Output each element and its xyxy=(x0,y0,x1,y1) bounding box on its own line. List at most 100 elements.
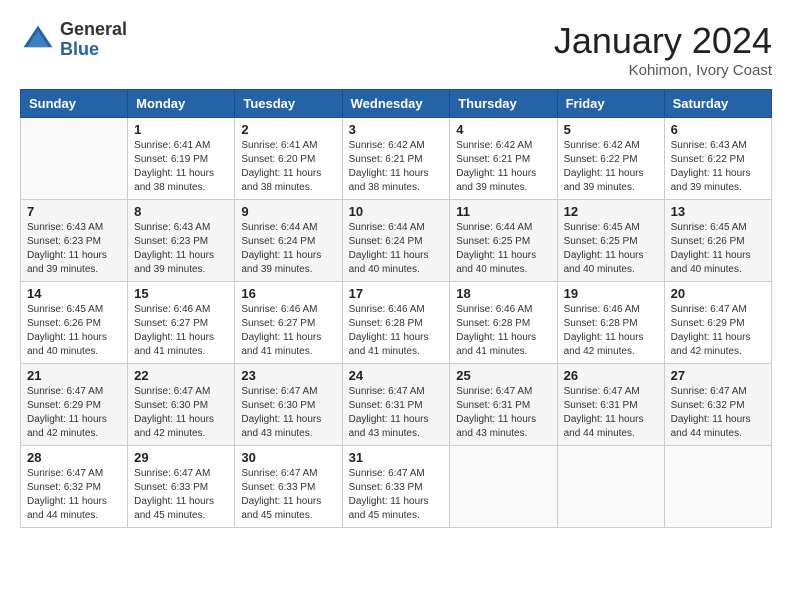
calendar-cell: 27 Sunrise: 6:47 AMSunset: 6:32 PMDayligh… xyxy=(664,364,771,446)
day-number: 27 xyxy=(671,368,765,383)
calendar-cell: 6 Sunrise: 6:43 AMSunset: 6:22 PMDaylight… xyxy=(664,118,771,200)
day-info: Sunrise: 6:43 AMSunset: 6:23 PMDaylight:… xyxy=(27,221,121,277)
calendar-header-row: SundayMondayTuesdayWednesdayThursdayFrid… xyxy=(21,90,772,118)
calendar-week-row: 1 Sunrise: 6:41 AMSunset: 6:19 PMDaylight… xyxy=(21,118,772,200)
day-number: 23 xyxy=(241,368,335,383)
day-number: 30 xyxy=(241,450,335,465)
day-info: Sunrise: 6:42 AMSunset: 6:21 PMDaylight:… xyxy=(349,139,444,195)
calendar-cell: 22Sunrise: 6:47 AMSunset: 6:30 PMDayligh… xyxy=(128,364,235,446)
calendar-cell: 28 Sunrise: 6:47 AMSunset: 6:32 PMDayligh… xyxy=(21,446,128,528)
day-number: 4 xyxy=(456,122,550,137)
calendar-cell: 11Sunrise: 6:44 AMSunset: 6:25 PMDayligh… xyxy=(450,200,557,282)
weekday-header-monday: Monday xyxy=(128,90,235,118)
day-number: 10 xyxy=(349,204,444,219)
location-text: Kohimon, Ivory Coast xyxy=(554,62,772,79)
day-info: Sunrise: 6:42 AMSunset: 6:21 PMDaylight:… xyxy=(456,139,550,195)
day-number: 28 xyxy=(27,450,121,465)
day-info: Sunrise: 6:44 AMSunset: 6:24 PMDaylight:… xyxy=(241,221,335,277)
day-number: 19 xyxy=(564,286,658,301)
day-info: Sunrise: 6:41 AMSunset: 6:19 PMDaylight:… xyxy=(134,139,228,195)
weekday-header-wednesday: Wednesday xyxy=(342,90,450,118)
day-number: 11 xyxy=(456,204,550,219)
day-number: 5 xyxy=(564,122,658,137)
day-info: Sunrise: 6:47 AMSunset: 6:31 PMDaylight:… xyxy=(456,385,550,441)
day-info: Sunrise: 6:47 AMSunset: 6:31 PMDaylight:… xyxy=(349,385,444,441)
calendar-cell: 13Sunrise: 6:45 AMSunset: 6:26 PMDayligh… xyxy=(664,200,771,282)
day-info: Sunrise: 6:47 AMSunset: 6:32 PMDaylight:… xyxy=(27,467,121,523)
day-info: Sunrise: 6:45 AMSunset: 6:25 PMDaylight:… xyxy=(564,221,658,277)
day-number: 25 xyxy=(456,368,550,383)
calendar-table: SundayMondayTuesdayWednesdayThursdayFrid… xyxy=(20,89,772,528)
calendar-cell: 25 Sunrise: 6:47 AMSunset: 6:31 PMDayligh… xyxy=(450,364,557,446)
day-number: 16 xyxy=(241,286,335,301)
day-number: 3 xyxy=(349,122,444,137)
calendar-cell: 14 Sunrise: 6:45 AMSunset: 6:26 PMDayligh… xyxy=(21,282,128,364)
day-number: 14 xyxy=(27,286,121,301)
day-info: Sunrise: 6:44 AMSunset: 6:24 PMDaylight:… xyxy=(349,221,444,277)
calendar-cell: 18 Sunrise: 6:46 AMSunset: 6:28 PMDayligh… xyxy=(450,282,557,364)
day-number: 22 xyxy=(134,368,228,383)
logo-general-text: General xyxy=(60,20,127,40)
day-number: 17 xyxy=(349,286,444,301)
day-info: Sunrise: 6:46 AMSunset: 6:27 PMDaylight:… xyxy=(134,303,228,359)
calendar-cell: 24 Sunrise: 6:47 AMSunset: 6:31 PMDayligh… xyxy=(342,364,450,446)
calendar-cell xyxy=(21,118,128,200)
day-number: 26 xyxy=(564,368,658,383)
logo-blue-text: Blue xyxy=(60,40,127,60)
calendar-cell: 4 Sunrise: 6:42 AMSunset: 6:21 PMDaylight… xyxy=(450,118,557,200)
calendar-cell: 17 Sunrise: 6:46 AMSunset: 6:28 PMDayligh… xyxy=(342,282,450,364)
weekday-header-sunday: Sunday xyxy=(21,90,128,118)
calendar-cell: 21 Sunrise: 6:47 AMSunset: 6:29 PMDayligh… xyxy=(21,364,128,446)
title-block: January 2024 Kohimon, Ivory Coast xyxy=(554,20,772,79)
day-number: 12 xyxy=(564,204,658,219)
day-number: 1 xyxy=(134,122,228,137)
day-number: 29 xyxy=(134,450,228,465)
calendar-cell: 16 Sunrise: 6:46 AMSunset: 6:27 PMDayligh… xyxy=(235,282,342,364)
day-number: 24 xyxy=(349,368,444,383)
day-number: 21 xyxy=(27,368,121,383)
calendar-cell: 12 Sunrise: 6:45 AMSunset: 6:25 PMDayligh… xyxy=(557,200,664,282)
day-info: Sunrise: 6:47 AMSunset: 6:29 PMDaylight:… xyxy=(671,303,765,359)
day-info: Sunrise: 6:47 AMSunset: 6:31 PMDaylight:… xyxy=(564,385,658,441)
month-title: January 2024 xyxy=(554,20,772,62)
day-info: Sunrise: 6:45 AMSunset: 6:26 PMDaylight:… xyxy=(27,303,121,359)
calendar-week-row: 7Sunrise: 6:43 AMSunset: 6:23 PMDaylight… xyxy=(21,200,772,282)
day-info: Sunrise: 6:46 AMSunset: 6:28 PMDaylight:… xyxy=(564,303,658,359)
calendar-cell: 20Sunrise: 6:47 AMSunset: 6:29 PMDayligh… xyxy=(664,282,771,364)
calendar-cell: 31 Sunrise: 6:47 AMSunset: 6:33 PMDayligh… xyxy=(342,446,450,528)
day-info: Sunrise: 6:46 AMSunset: 6:28 PMDaylight:… xyxy=(456,303,550,359)
calendar-cell: 3 Sunrise: 6:42 AMSunset: 6:21 PMDaylight… xyxy=(342,118,450,200)
day-info: Sunrise: 6:42 AMSunset: 6:22 PMDaylight:… xyxy=(564,139,658,195)
day-number: 15 xyxy=(134,286,228,301)
day-info: Sunrise: 6:47 AMSunset: 6:30 PMDaylight:… xyxy=(241,385,335,441)
calendar-cell: 9Sunrise: 6:44 AMSunset: 6:24 PMDaylight… xyxy=(235,200,342,282)
day-info: Sunrise: 6:47 AMSunset: 6:32 PMDaylight:… xyxy=(671,385,765,441)
calendar-cell: 29 Sunrise: 6:47 AMSunset: 6:33 PMDayligh… xyxy=(128,446,235,528)
day-info: Sunrise: 6:41 AMSunset: 6:20 PMDaylight:… xyxy=(241,139,335,195)
day-number: 2 xyxy=(241,122,335,137)
day-info: Sunrise: 6:46 AMSunset: 6:27 PMDaylight:… xyxy=(241,303,335,359)
weekday-header-saturday: Saturday xyxy=(664,90,771,118)
day-info: Sunrise: 6:47 AMSunset: 6:33 PMDaylight:… xyxy=(134,467,228,523)
day-info: Sunrise: 6:46 AMSunset: 6:28 PMDaylight:… xyxy=(349,303,444,359)
page-header: General Blue January 2024 Kohimon, Ivory… xyxy=(20,20,772,79)
day-info: Sunrise: 6:47 AMSunset: 6:29 PMDaylight:… xyxy=(27,385,121,441)
day-number: 18 xyxy=(456,286,550,301)
day-info: Sunrise: 6:45 AMSunset: 6:26 PMDaylight:… xyxy=(671,221,765,277)
day-number: 31 xyxy=(349,450,444,465)
calendar-cell: 10 Sunrise: 6:44 AMSunset: 6:24 PMDayligh… xyxy=(342,200,450,282)
day-info: Sunrise: 6:43 AMSunset: 6:23 PMDaylight:… xyxy=(134,221,228,277)
calendar-week-row: 21 Sunrise: 6:47 AMSunset: 6:29 PMDayligh… xyxy=(21,364,772,446)
calendar-cell: 26 Sunrise: 6:47 AMSunset: 6:31 PMDayligh… xyxy=(557,364,664,446)
day-number: 6 xyxy=(671,122,765,137)
day-number: 8 xyxy=(134,204,228,219)
day-info: Sunrise: 6:47 AMSunset: 6:33 PMDaylight:… xyxy=(349,467,444,523)
day-info: Sunrise: 6:43 AMSunset: 6:22 PMDaylight:… xyxy=(671,139,765,195)
weekday-header-tuesday: Tuesday xyxy=(235,90,342,118)
calendar-cell: 2 Sunrise: 6:41 AMSunset: 6:20 PMDaylight… xyxy=(235,118,342,200)
calendar-cell: 1 Sunrise: 6:41 AMSunset: 6:19 PMDaylight… xyxy=(128,118,235,200)
calendar-cell: 23 Sunrise: 6:47 AMSunset: 6:30 PMDayligh… xyxy=(235,364,342,446)
calendar-cell: 30Sunrise: 6:47 AMSunset: 6:33 PMDayligh… xyxy=(235,446,342,528)
calendar-cell: 5 Sunrise: 6:42 AMSunset: 6:22 PMDaylight… xyxy=(557,118,664,200)
calendar-cell: 19 Sunrise: 6:46 AMSunset: 6:28 PMDayligh… xyxy=(557,282,664,364)
